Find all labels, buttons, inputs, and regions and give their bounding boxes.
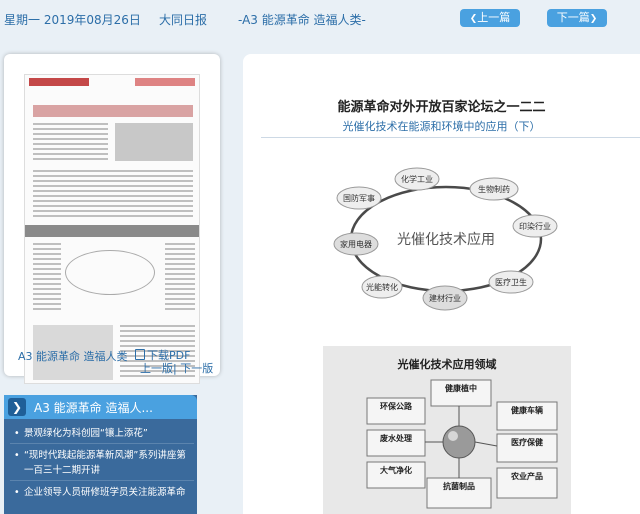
article-content: 能源革命对外开放百家论坛之一二二 光催化技术在能源和环境中的应用（下） 光催化技… (243, 54, 640, 514)
list-item[interactable]: • 景观绿化为科创园“镶上添花” (14, 426, 194, 441)
bullet-icon: • (14, 487, 20, 498)
ring-node-label: 医疗卫生 (495, 277, 527, 287)
next-article-button[interactable]: 下一篇❯ (547, 9, 607, 27)
ring-node-label: 化学工业 (401, 174, 433, 184)
chevron-right-icon: ❯ (8, 398, 26, 416)
article-subtitle: 光催化技术在能源和环境中的应用（下） (342, 120, 541, 133)
application-fields-diagram: 光催化技术应用领域 健康植中 环保公路 健康车辆 废水处理 医疗保健 大气净化 … (323, 346, 571, 514)
ring-node-label: 建材行业 (429, 293, 461, 303)
catalyst-highlight (448, 431, 458, 441)
article-title: 能源革命对外开放百家论坛之一二二 (337, 100, 546, 115)
ring-node-label: 国防军事 (343, 193, 375, 203)
prev-article-label: 上一篇 (477, 11, 511, 24)
ring-node-label: 光能转化 (366, 282, 398, 292)
page-nav-links[interactable]: 上一版| 下一版 (140, 360, 213, 376)
field-box-label: 废水处理 (380, 433, 412, 443)
list-item-label: 企业领导人员研修班学员关注能源革命 (24, 487, 186, 498)
diagram-center-label: 光催化技术应用 (397, 231, 495, 248)
thumb-image-block (115, 123, 193, 161)
page-name: -A3 能源革命 造福人类- (238, 13, 366, 27)
thumb-masthead (29, 78, 89, 86)
thumb-text-block (33, 170, 193, 220)
list-item-label: 景观绿化为科创园“镶上添花” (24, 428, 148, 439)
list-item[interactable]: • 企业领导人员研修班学员关注能源革命 (14, 485, 194, 500)
ring-node-label: 印染行业 (519, 221, 551, 231)
bullet-icon: • (14, 450, 20, 461)
field-box-label: 医疗保健 (511, 437, 543, 447)
field-box-label: 健康车辆 (511, 405, 543, 415)
article-list-title: A3 能源革命 造福人... (34, 401, 153, 415)
thumbnail-caption[interactable]: A3 能源革命 造福人类 (18, 348, 128, 364)
list-item-label: “现时代践起能源革新风潮”系列讲座第一百三十二期开讲 (24, 450, 186, 476)
bullet-icon: • (14, 428, 20, 439)
divider (10, 443, 194, 444)
divider (261, 137, 640, 138)
thumb-masthead-right (135, 78, 195, 86)
thumb-headline (33, 105, 193, 117)
article-list-panel: ❯ A3 能源革命 造福人... • 景观绿化为科创园“镶上添花” • “现时代践起… (4, 395, 197, 514)
field-box-label: 大气净化 (380, 465, 412, 475)
issue-date: 星期一 2019年08月26日 (4, 13, 141, 27)
list-item[interactable]: • “现时代践起能源革新风潮”系列讲座第一百三十二期开讲 (14, 448, 194, 478)
field-box-label: 农业产品 (510, 471, 543, 481)
catalyst-sphere-icon (442, 425, 476, 459)
prev-article-button[interactable]: ❮上一篇 (460, 9, 520, 27)
diagram-title: 光催化技术应用领域 (397, 357, 497, 371)
field-box-label: 环保公路 (380, 401, 413, 411)
article-list-header[interactable]: ❯ A3 能源革命 造福人... (4, 395, 197, 419)
applications-ring-diagram: 光催化技术应用 化学工业 生物制药 印染行业 医疗卫生 建材行业 光能转化 家用… (333, 167, 558, 311)
thumb-text-block (33, 243, 61, 313)
chevron-right-icon: ❯ (589, 14, 598, 24)
thumb-text-block (33, 123, 108, 163)
page-thumbnail-card: A3 能源革命 造福人类 下载PDF 上一版| 下一版 (4, 54, 220, 384)
field-box-label: 抗菌制品 (443, 481, 475, 491)
thumb-diagram (65, 250, 155, 295)
divider (10, 480, 194, 481)
ring-node-label: 生物制药 (478, 184, 510, 194)
paper-name: 大同日报 (159, 13, 208, 27)
ring-node-label: 家用电器 (340, 239, 372, 249)
next-article-label: 下一篇 (556, 11, 590, 24)
thumb-banner (25, 225, 199, 237)
field-box-label: 健康植中 (445, 383, 477, 393)
page-thumbnail[interactable] (24, 74, 200, 384)
pdf-icon (135, 349, 145, 360)
top-bar: 星期一 2019年08月26日 大同日报 -A3 能源革命 造福人类- ❮上一篇… (0, 0, 640, 36)
thumb-text-block (165, 243, 195, 313)
